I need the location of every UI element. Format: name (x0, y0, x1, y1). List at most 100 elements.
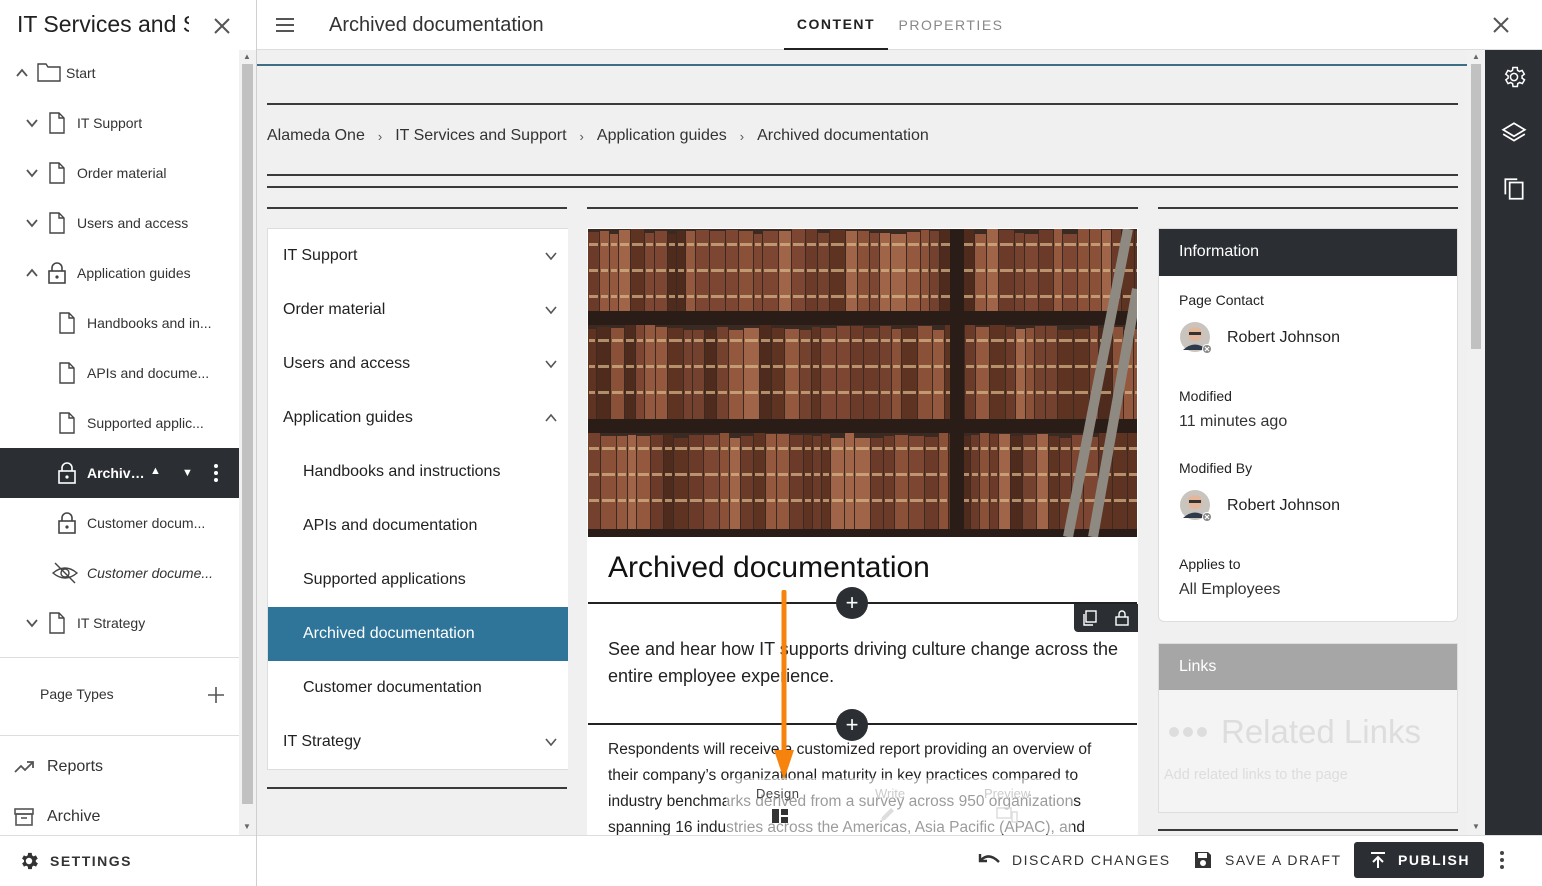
applies-to-label: Applies to (1179, 556, 1241, 572)
tree-item[interactable]: Supported applic... (0, 398, 239, 448)
breadcrumb-item[interactable]: IT Services and Support (395, 127, 566, 145)
page-icon (46, 111, 68, 138)
pencil-icon[interactable] (878, 806, 898, 824)
discard-changes-button[interactable]: DISCARD CHANGES (978, 841, 1171, 879)
chevron-down-icon[interactable] (24, 215, 40, 231)
tree-item[interactable]: Start (0, 48, 239, 98)
design-mode-label[interactable]: Design (756, 786, 799, 801)
archive-label: Archive (47, 808, 101, 825)
dashboard-icon[interactable] (771, 808, 789, 824)
copy-icon[interactable] (1081, 609, 1099, 627)
lock-icon[interactable] (1113, 609, 1131, 627)
scroll-down-icon[interactable]: ▼ (1472, 822, 1480, 831)
scroll-down-icon[interactable]: ▼ (243, 822, 251, 831)
tree-item[interactable]: IT Support (0, 98, 239, 148)
tree-item-label: Users and access (77, 215, 189, 231)
tree-item[interactable]: Customer docume... (0, 548, 239, 598)
tree-item-label: Order material (77, 165, 167, 181)
tree-scrollbar-thumb[interactable] (242, 64, 253, 804)
chevron-right-icon: › (579, 128, 584, 144)
write-mode-label[interactable]: Write (875, 786, 905, 801)
tab-content[interactable]: CONTENT (784, 0, 888, 50)
article-heading[interactable]: Archived documentation (608, 551, 930, 585)
chevron-up-icon[interactable] (24, 265, 40, 281)
page-icon (56, 361, 78, 388)
tree-item-label: Customer docum... (87, 515, 206, 531)
breadcrumb-item[interactable]: Alameda One (267, 127, 365, 145)
move-up-icon[interactable]: ▲ (150, 465, 161, 477)
divider (1158, 829, 1458, 831)
nav-item[interactable]: Archived documentation (268, 607, 568, 661)
tree-item[interactable]: Customer docum... (0, 498, 239, 548)
nav-item[interactable]: Order material (268, 283, 568, 337)
add-block-button[interactable]: + (836, 587, 868, 619)
tree-item[interactable]: Application guides (0, 248, 239, 298)
tree-item[interactable]: Users and access (0, 198, 239, 248)
devices-icon[interactable] (995, 806, 1019, 824)
move-down-icon[interactable]: ▼ (182, 467, 193, 479)
editor-footer (257, 835, 1542, 886)
chevron-up-icon[interactable] (14, 65, 30, 81)
divider (0, 657, 239, 658)
save-draft-button[interactable]: SAVE A DRAFT (1193, 841, 1342, 879)
settings-button[interactable]: SETTINGS (18, 850, 218, 872)
nav-item[interactable]: IT Strategy (268, 715, 568, 769)
floppy-icon (1193, 850, 1213, 870)
tree-item[interactable]: Archive... ▲ ▼ (0, 448, 239, 498)
more-horizontal-icon (1168, 722, 1212, 742)
nav-item-label: Order material (283, 301, 386, 318)
divider (587, 207, 1138, 209)
canvas-scrollbar-thumb[interactable] (1471, 64, 1481, 349)
tab-properties[interactable]: PROPERTIES (896, 0, 1006, 50)
layers-icon[interactable] (1501, 120, 1527, 146)
tree-item[interactable]: Order material (0, 148, 239, 198)
chevron-up-icon[interactable] (544, 411, 558, 425)
tree-item-label: Supported applic... (87, 415, 204, 431)
menu-icon[interactable] (273, 14, 297, 36)
article-intro[interactable]: See and hear how IT supports driving cul… (608, 636, 1123, 690)
tree-item-label: Customer docume... (87, 565, 214, 581)
chevron-down-icon[interactable] (24, 115, 40, 131)
reports-link[interactable]: Reports (12, 755, 242, 779)
nav-item[interactable]: Supported applications (268, 553, 568, 607)
chevron-down-icon[interactable] (544, 249, 558, 263)
close-editor-icon[interactable] (1489, 13, 1513, 37)
chevron-down-icon[interactable] (544, 735, 558, 749)
block-toolbar (1074, 604, 1138, 632)
chevron-right-icon: › (739, 128, 745, 144)
tree-item[interactable]: Handbooks and in... (0, 298, 239, 348)
more-vertical-icon[interactable] (1496, 849, 1508, 871)
tree-item[interactable]: IT Strategy (0, 598, 239, 648)
scroll-up-icon[interactable]: ▲ (243, 52, 251, 61)
chevron-down-icon[interactable] (24, 615, 40, 631)
archive-link[interactable]: Archive (12, 805, 242, 829)
nav-item[interactable]: IT Support (268, 229, 568, 283)
page-icon (46, 161, 68, 188)
nav-item[interactable]: Users and access (268, 337, 568, 391)
preview-mode-label[interactable]: Preview (984, 786, 1030, 801)
discard-label: DISCARD CHANGES (1012, 852, 1171, 868)
close-icon[interactable] (210, 14, 234, 38)
chevron-down-icon[interactable] (544, 303, 558, 317)
nav-item[interactable]: Application guides (268, 391, 568, 445)
avatar[interactable] (1180, 490, 1212, 522)
divider (267, 103, 1458, 105)
chevron-down-icon[interactable] (544, 357, 558, 371)
nav-item-label: Application guides (283, 409, 413, 426)
avatar[interactable] (1180, 322, 1212, 354)
nav-item[interactable]: Handbooks and instructions (268, 445, 568, 499)
page-contact-name[interactable]: Robert Johnson (1227, 329, 1340, 347)
more-vertical-icon[interactable] (210, 462, 222, 487)
breadcrumb-item[interactable]: Application guides (597, 127, 727, 145)
gear-icon[interactable] (1501, 64, 1527, 90)
copy-pages-icon[interactable] (1501, 176, 1527, 202)
tree-item[interactable]: APIs and docume... (0, 348, 239, 398)
applies-to-value: All Employees (1179, 581, 1281, 598)
chevron-down-icon[interactable] (24, 165, 40, 181)
nav-item[interactable]: APIs and documentation (268, 499, 568, 553)
publish-button[interactable]: PUBLISH (1354, 842, 1484, 878)
add-page-type-icon[interactable] (206, 685, 226, 705)
nav-item[interactable]: Customer documentation (268, 661, 568, 715)
scroll-up-icon[interactable]: ▲ (1472, 52, 1480, 61)
modified-by-name[interactable]: Robert Johnson (1227, 497, 1340, 515)
